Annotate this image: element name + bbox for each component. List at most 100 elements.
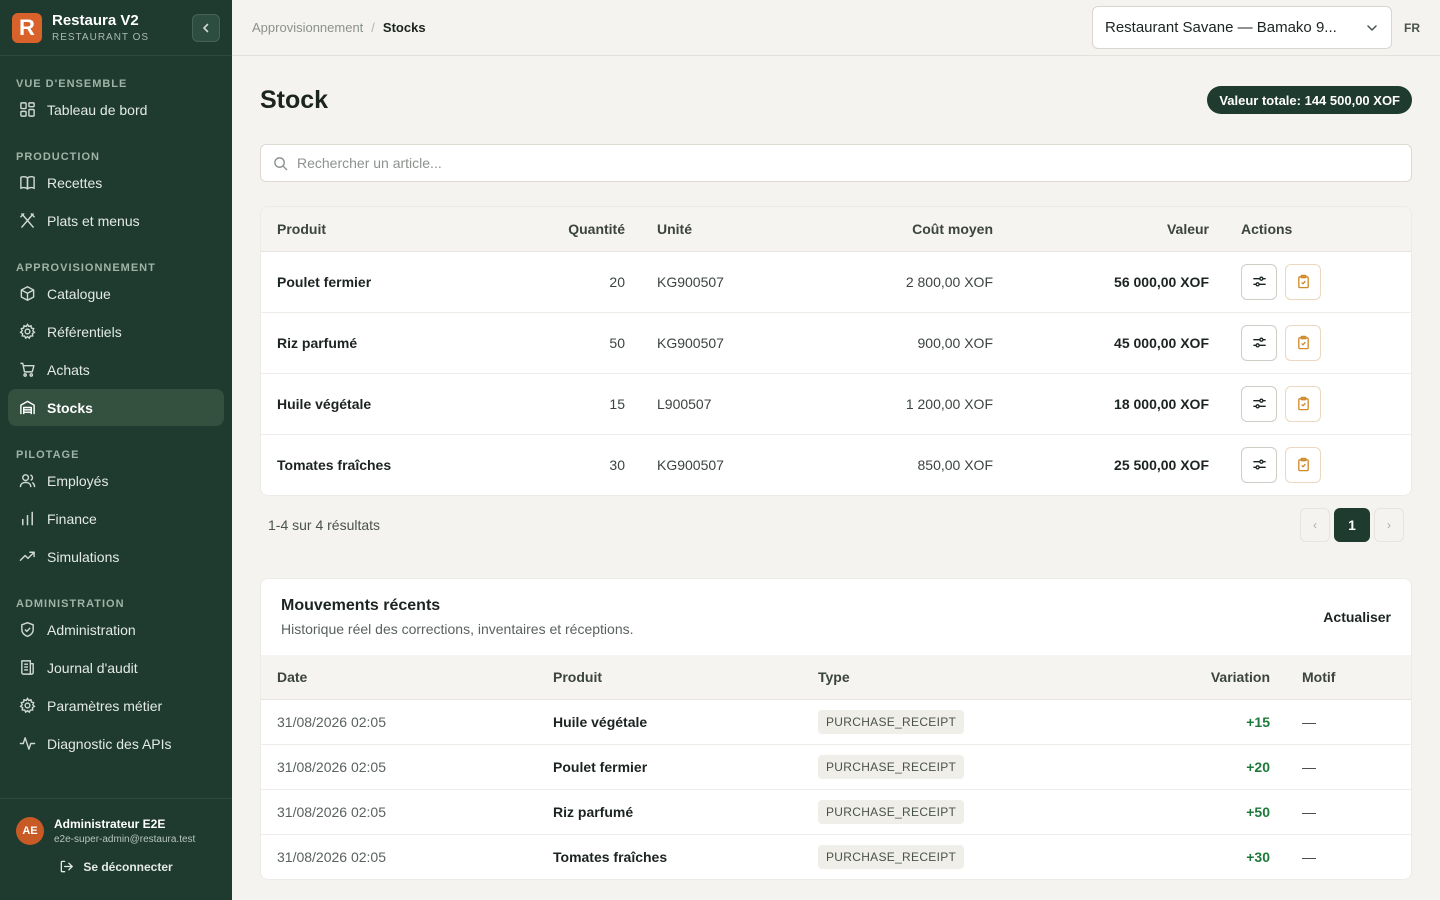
app-name: Restaura V2 bbox=[52, 12, 139, 29]
sidebar-item-diagnostic-apis[interactable]: Diagnostic des APIs bbox=[8, 725, 224, 762]
app-subtitle: RESTAURANT OS bbox=[52, 32, 150, 43]
nav-section-label: VUE D'ENSEMBLE bbox=[16, 78, 128, 90]
sidebar-nav: VUE D'ENSEMBLE Tableau de bord PRODUCTIO… bbox=[0, 56, 232, 762]
logout-icon bbox=[61, 860, 74, 873]
col-header-valeur[interactable]: Valeur bbox=[1009, 207, 1225, 252]
col-header-unite[interactable]: Unité bbox=[641, 207, 791, 252]
col-header-variation: Variation bbox=[1052, 655, 1286, 700]
total-value-badge: Valeur totale: 144 500,00 XOF bbox=[1207, 86, 1412, 114]
inventory-button[interactable] bbox=[1285, 385, 1321, 422]
movements-subtitle: Historique réel des corrections, inventa… bbox=[281, 621, 634, 637]
inventory-button[interactable] bbox=[1285, 446, 1321, 483]
inventory-button[interactable] bbox=[1285, 324, 1321, 361]
sidebar-item-achats[interactable]: Achats bbox=[8, 351, 224, 388]
sidebar-item-plats-et-menus[interactable]: Plats et menus bbox=[8, 202, 224, 239]
cell-unit: KG900507 bbox=[657, 456, 724, 473]
cart-icon bbox=[20, 362, 35, 377]
sidebar-item-employes[interactable]: Employés bbox=[8, 462, 224, 499]
sidebar-item-label: Achats bbox=[47, 361, 90, 378]
adjust-stock-button[interactable] bbox=[1241, 263, 1277, 300]
clipboard-icon bbox=[1297, 396, 1309, 411]
restaurant-select[interactable]: Restaurant Savane — Bamako 9... bbox=[1092, 6, 1392, 49]
sidebar-item-recettes[interactable]: Recettes bbox=[8, 164, 224, 201]
user-profile: AE Administrateur E2E e2e-super-admin@re… bbox=[16, 817, 216, 845]
breadcrumb-separator: / bbox=[371, 20, 375, 35]
breadcrumb-item-approvisionnement[interactable]: Approvisionnement bbox=[252, 20, 363, 35]
col-header-produit[interactable]: Produit bbox=[261, 207, 521, 252]
movements-table: Date Produit Type Variation Motif 31/08/… bbox=[261, 655, 1411, 879]
clipboard-icon bbox=[1297, 335, 1309, 350]
cell-qty: 20 bbox=[521, 251, 641, 313]
page-button-1[interactable]: 1 bbox=[1334, 508, 1370, 542]
utensils-icon bbox=[20, 213, 35, 228]
breadcrumb-current: Stocks bbox=[382, 20, 426, 35]
sidebar: R Restaura V2 RESTAURANT OS VUE D'ENSEMB… bbox=[0, 0, 232, 900]
bar-chart-icon bbox=[22, 511, 33, 526]
table-row: 31/08/2026 02:05 Tomates fraîches PURCHA… bbox=[261, 834, 1411, 879]
cell-motif: — bbox=[1302, 848, 1316, 865]
search-input[interactable] bbox=[297, 155, 1399, 171]
sidebar-item-journal-audit[interactable]: Journal d'audit bbox=[8, 649, 224, 686]
brand: R Restaura V2 RESTAURANT OS bbox=[0, 0, 232, 56]
table-row: Huile végétale 15 L900507 1 200,00 XOF 1… bbox=[261, 373, 1411, 435]
cell-value: 18 000,00 XOF bbox=[1009, 373, 1225, 435]
sidebar-item-administration[interactable]: Administration bbox=[8, 611, 224, 648]
col-header-date: Date bbox=[261, 655, 537, 700]
user-email: e2e-super-admin@restaura.test bbox=[54, 834, 196, 845]
col-header-quantite[interactable]: Quantité bbox=[521, 207, 641, 252]
table-row: Tomates fraîches 30 KG900507 850,00 XOF … bbox=[261, 434, 1411, 495]
cell-date: 31/08/2026 02:05 bbox=[261, 744, 537, 790]
sidebar-item-simulations[interactable]: Simulations bbox=[8, 538, 224, 575]
cell-unit: L900507 bbox=[641, 373, 791, 435]
col-header-motif: Motif bbox=[1286, 655, 1411, 700]
sliders-icon bbox=[1252, 398, 1266, 409]
logout-button[interactable]: Se déconnecter bbox=[16, 859, 216, 874]
col-header-produit: Produit bbox=[537, 655, 802, 700]
type-badge: PURCHASE_RECEIPT bbox=[818, 799, 965, 824]
sidebar-item-stocks[interactable]: Stocks bbox=[8, 389, 224, 426]
sidebar-item-finance[interactable]: Finance bbox=[8, 500, 224, 537]
package-icon bbox=[20, 285, 35, 302]
cell-value: 56 000,00 XOF bbox=[1009, 251, 1225, 313]
cell-unit: KG900507 bbox=[641, 312, 791, 374]
cell-value: 45 000,00 XOF bbox=[1009, 312, 1225, 374]
cell-avg-cost: 900,00 XOF bbox=[791, 312, 1009, 374]
sidebar-item-catalogue[interactable]: Catalogue bbox=[8, 275, 224, 312]
chevron-left-icon bbox=[203, 23, 209, 32]
refresh-button[interactable]: Actualiser bbox=[1323, 609, 1391, 625]
sidebar-item-parametres-metier[interactable]: Paramètres métier bbox=[8, 687, 224, 724]
cell-qty: 50 bbox=[521, 312, 641, 374]
cell-product: Poulet fermier bbox=[261, 251, 521, 313]
search-box bbox=[260, 144, 1412, 182]
adjust-stock-button[interactable] bbox=[1241, 324, 1277, 361]
pager: ‹ 1 › bbox=[1300, 508, 1404, 542]
language-switcher[interactable]: FR bbox=[1404, 21, 1420, 35]
cell-variation: +30 bbox=[1246, 848, 1270, 865]
sidebar-item-tableau-de-bord[interactable]: Tableau de bord bbox=[8, 91, 224, 128]
book-icon bbox=[20, 176, 35, 190]
cell-date: 31/08/2026 02:05 bbox=[261, 789, 537, 835]
col-header-actions: Actions bbox=[1225, 207, 1411, 252]
cell-avg-cost: 1 200,00 XOF bbox=[791, 373, 1009, 435]
gear-icon bbox=[19, 697, 36, 714]
col-header-cout-moyen[interactable]: Coût moyen bbox=[791, 207, 1009, 252]
cell-product: Riz parfumé bbox=[537, 789, 802, 835]
table-row: 31/08/2026 02:05 Riz parfumé PURCHASE_RE… bbox=[261, 789, 1411, 835]
collapse-sidebar-button[interactable] bbox=[192, 13, 220, 42]
cell-variation: +50 bbox=[1052, 789, 1286, 835]
cell-actions bbox=[1225, 312, 1411, 374]
prev-page-button[interactable]: ‹ bbox=[1300, 508, 1330, 542]
sidebar-item-label: Recettes bbox=[47, 174, 103, 191]
cell-motif: — bbox=[1286, 789, 1411, 835]
adjust-stock-button[interactable] bbox=[1241, 446, 1277, 483]
sidebar-item-referentiels[interactable]: Référentiels bbox=[8, 313, 224, 350]
cell-type: PURCHASE_RECEIPT bbox=[802, 834, 1052, 879]
cell-actions bbox=[1225, 434, 1411, 495]
cell-actions bbox=[1225, 251, 1411, 313]
table-row: 31/08/2026 02:05 Poulet fermier PURCHASE… bbox=[261, 744, 1411, 790]
sliders-icon bbox=[1252, 459, 1266, 470]
next-page-button[interactable]: › bbox=[1374, 508, 1404, 542]
inventory-button[interactable] bbox=[1285, 263, 1321, 300]
type-badge: PURCHASE_RECEIPT bbox=[818, 709, 965, 734]
adjust-stock-button[interactable] bbox=[1241, 385, 1277, 422]
